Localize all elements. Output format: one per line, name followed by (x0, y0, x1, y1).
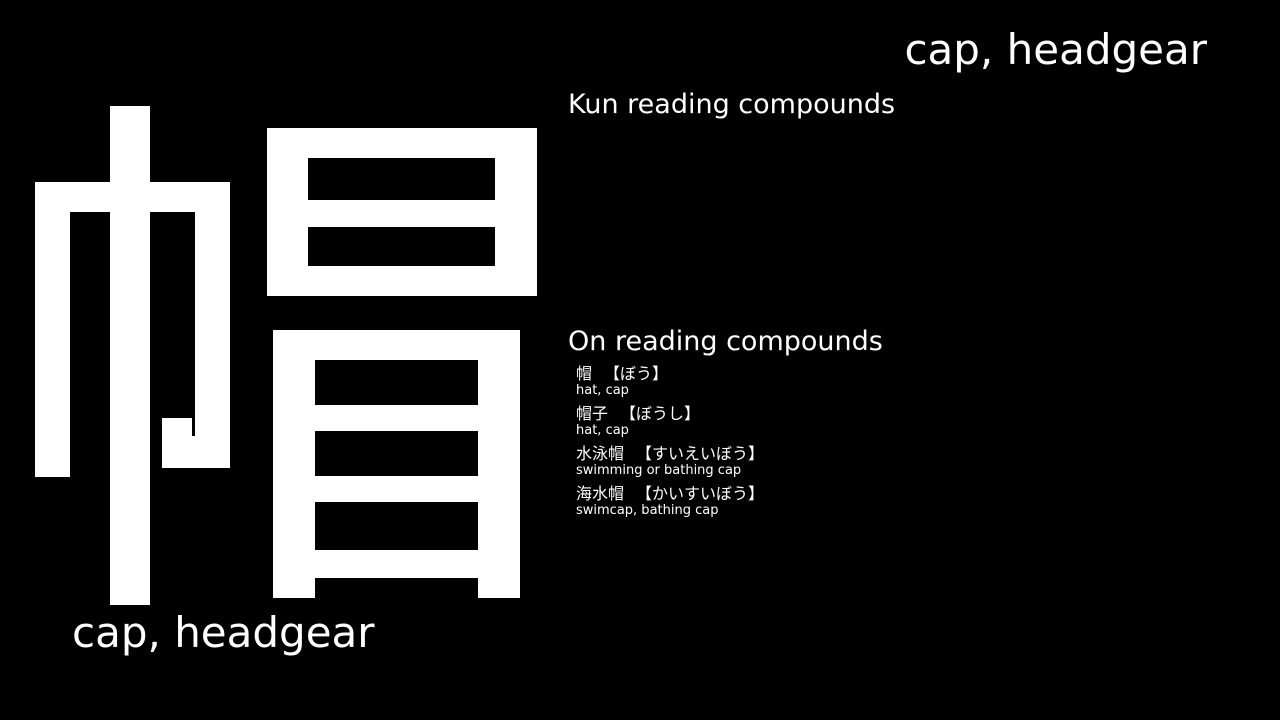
compound-reading: 【ぼう】 (604, 364, 669, 383)
compound-reading: 【ぼうし】 (620, 404, 701, 423)
on-compounds-heading: On reading compounds (568, 326, 883, 357)
compound-item: 水泳帽 【すいえいぼう】 swimming or bathing cap (576, 444, 996, 479)
kanji-character (30, 100, 540, 610)
compound-meaning: hat, cap (576, 423, 629, 438)
compound-reading: 【かいすいぼう】 (636, 484, 765, 503)
compound-meaning: swimming or bathing cap (576, 463, 742, 478)
compound-meaning: hat, cap (576, 383, 629, 398)
compound-word: 帽子 (576, 404, 609, 423)
compound-word: 海水帽 (576, 484, 625, 503)
compound-reading: 【すいえいぼう】 (636, 444, 765, 463)
meaning-title-top: cap, headgear (904, 25, 1207, 74)
kanji-glyph-icon (35, 106, 537, 605)
meaning-title-bottom: cap, headgear (72, 608, 375, 657)
on-compounds-list: 帽【ぼう】 hat, cap 帽子 【ぼうし】 hat, cap 水泳帽 【すいえい… (576, 364, 996, 524)
compound-item: 帽子 【ぼうし】 hat, cap (576, 404, 996, 439)
compound-item: 帽【ぼう】 hat, cap (576, 364, 996, 399)
compound-item: 海水帽 【かいすいぼう】 swimcap, bathing cap (576, 484, 996, 519)
compound-word: 帽 (576, 364, 593, 383)
kun-compounds-heading: Kun reading compounds (568, 89, 896, 120)
compound-meaning: swimcap, bathing cap (576, 503, 719, 518)
compound-word: 水泳帽 (576, 444, 625, 463)
